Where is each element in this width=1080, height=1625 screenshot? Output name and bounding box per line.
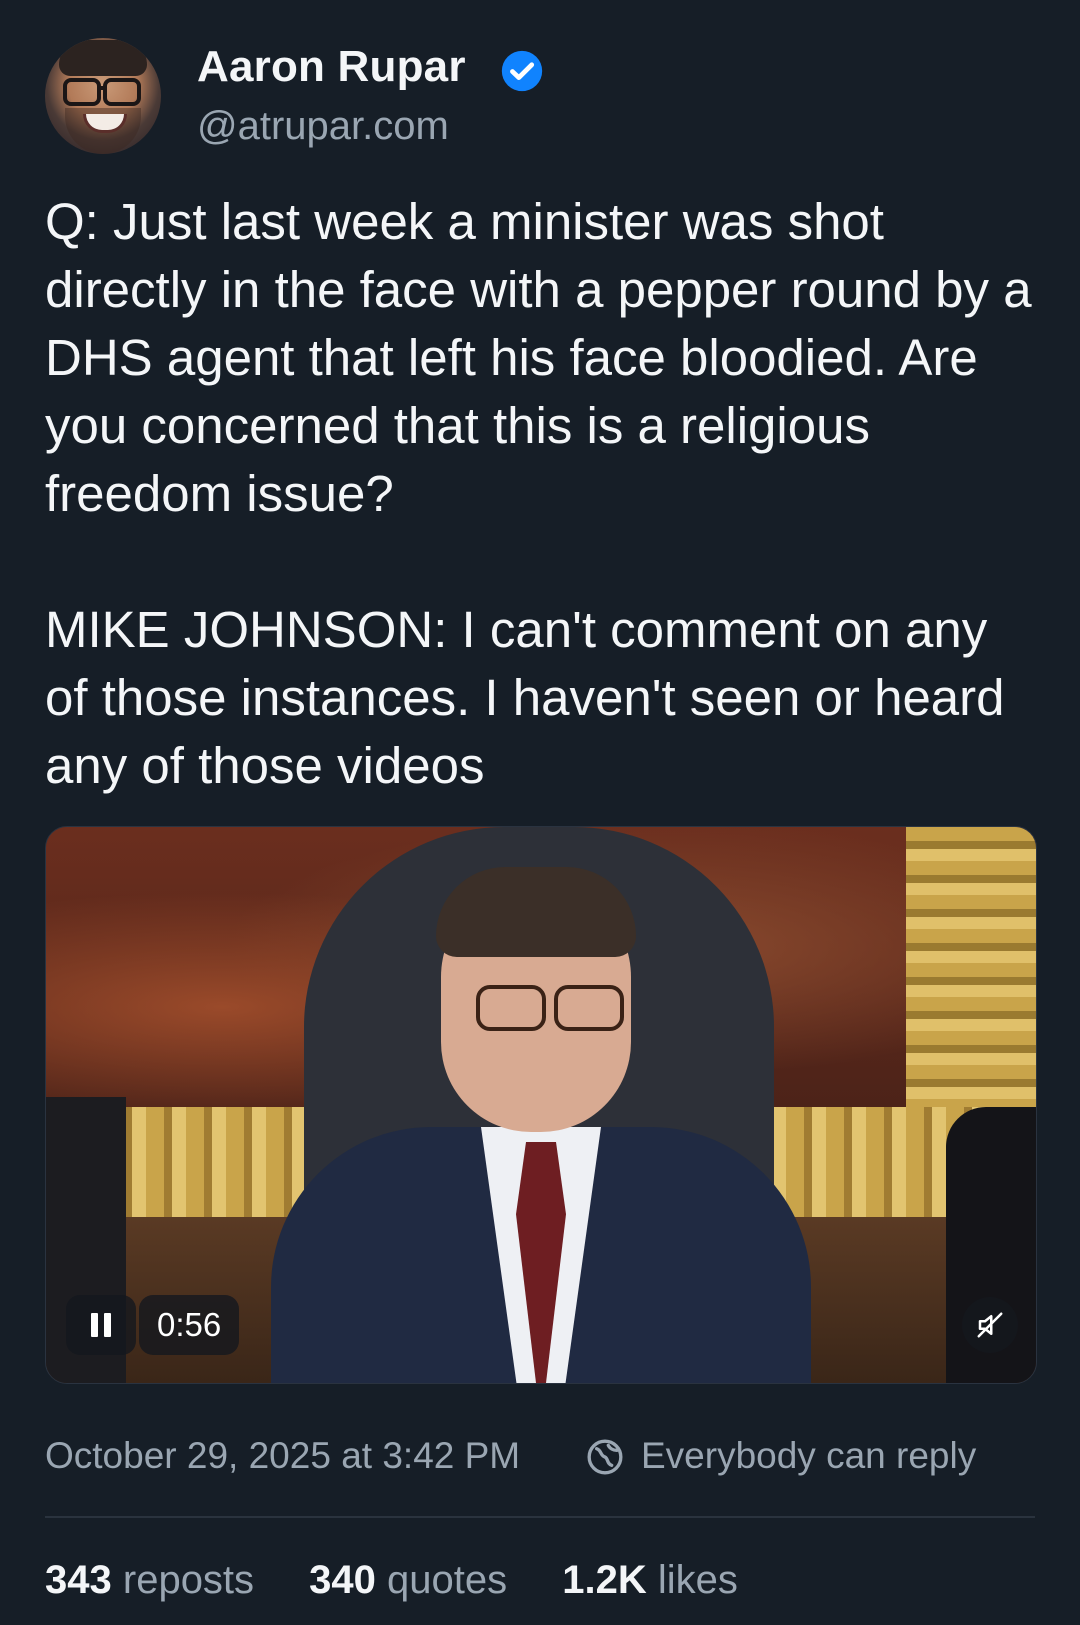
reply-setting[interactable]: Everybody can reply — [641, 1435, 976, 1477]
post-text: Q: Just last week a minister was shot di… — [45, 193, 1032, 794]
stat-label: likes — [657, 1558, 738, 1602]
pause-icon-bar — [104, 1313, 111, 1337]
author-handle[interactable]: @atrupar.com — [197, 104, 449, 149]
stat-count: 343 — [45, 1558, 112, 1602]
video-frame-speaker-glasses — [466, 985, 626, 1031]
stat-likes[interactable]: 1.2K likes — [562, 1558, 738, 1603]
verified-badge-icon — [501, 50, 543, 92]
divider — [45, 1516, 1035, 1518]
video-player[interactable]: 0:56 — [45, 826, 1037, 1384]
avatar[interactable] — [45, 38, 161, 154]
stat-count: 340 — [309, 1558, 376, 1602]
stat-count: 1.2K — [562, 1558, 647, 1602]
globe-icon — [587, 1439, 623, 1475]
post-header: Aaron Rupar @atrupar.com — [45, 38, 1035, 158]
post-meta: October 29, 2025 at 3:42 PM Everybody ca… — [45, 1435, 1035, 1487]
post-date: October 29, 2025 at 3:42 PM — [45, 1435, 521, 1476]
mute-button[interactable] — [962, 1297, 1018, 1353]
video-duration: 0:56 — [139, 1295, 240, 1355]
pause-icon — [91, 1313, 98, 1337]
engagement-stats: 343 reposts 340 quotes 1.2K likes — [45, 1558, 782, 1608]
stat-reposts[interactable]: 343 reposts — [45, 1558, 254, 1603]
author-name[interactable]: Aaron Rupar — [197, 42, 466, 92]
muted-speaker-icon — [977, 1312, 1003, 1338]
stat-label: quotes — [387, 1558, 508, 1602]
pause-button[interactable] — [66, 1295, 136, 1355]
stat-quotes[interactable]: 340 quotes — [309, 1558, 507, 1603]
video-frame-speaker-hair — [436, 867, 636, 957]
stat-label: reposts — [122, 1558, 255, 1602]
